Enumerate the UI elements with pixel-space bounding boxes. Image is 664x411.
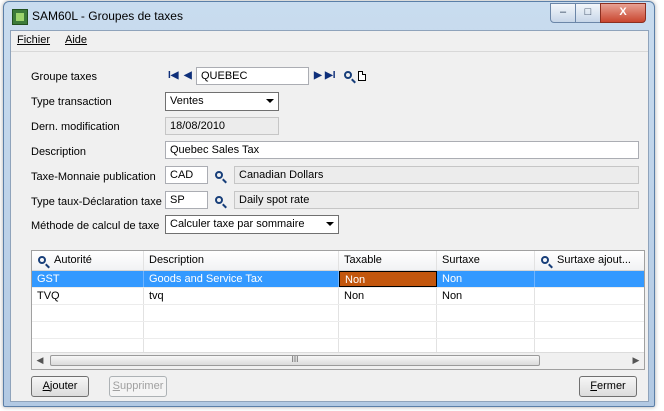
supprimer-button[interactable]: Supprimer [109,376,167,397]
maximize-button[interactable]: □ [575,3,601,23]
cell-surtaxe[interactable]: Non [437,288,535,304]
column-header-surtaxe[interactable]: Surtaxe [437,251,535,270]
scroll-right-arrow[interactable]: ▶ [628,353,644,369]
menu-bar: Fichier Aide [11,31,648,52]
prev-record-icon[interactable]: ◀ [184,70,192,81]
chevron-down-icon [266,99,274,103]
groupe-taxes-label: Groupe taxes [31,71,98,83]
column-header-surtaxe-ajout[interactable]: Surtaxe ajout... [535,251,644,270]
grid-header: Autorité Description Taxable Surtaxe Sur… [32,251,644,271]
tax-authorities-grid[interactable]: Autorité Description Taxable Surtaxe Sur… [31,250,645,370]
scroll-left-arrow[interactable]: ◀ [32,353,48,369]
type-transaction-label: Type transaction [31,96,112,108]
cell-taxable[interactable]: Non [339,288,437,304]
methode-calcul-value: Calculer taxe par sommaire [170,218,305,230]
chevron-down-icon [326,222,334,226]
new-document-icon[interactable] [358,71,366,81]
cell-surtaxe-ajout[interactable] [535,271,644,287]
cell-description[interactable]: Goods and Service Tax [144,271,339,287]
scrollbar-thumb[interactable]: III [50,355,540,366]
cell-autorite[interactable]: GST [32,271,144,287]
search-icon[interactable] [38,256,46,264]
search-icon[interactable] [215,171,223,179]
first-record-icon[interactable]: I◀ [168,70,178,81]
search-icon[interactable] [344,71,352,79]
next-record-icon[interactable]: ▶ [314,70,322,81]
table-row-empty[interactable] [32,305,644,322]
search-icon[interactable] [541,256,549,264]
table-row[interactable]: GST Goods and Service Tax Non Non [32,271,644,288]
taxe-monnaie-code-input[interactable]: CAD [165,166,208,184]
type-taux-code-input[interactable]: SP [165,191,208,209]
table-row-empty[interactable] [32,322,644,339]
description-label: Description [31,146,87,158]
title-bar[interactable]: SAM60L - Groupes de taxes – □ X [4,2,654,30]
taxe-monnaie-name-field: Canadian Dollars [234,166,639,184]
horizontal-scrollbar[interactable]: ◀ III ▶ [32,352,644,369]
dern-modification-field: 18/08/2010 [165,117,279,135]
cell-surtaxe-ajout[interactable] [535,288,644,304]
column-header-taxable[interactable]: Taxable [339,251,437,270]
main-window: SAM60L - Groupes de taxes – □ X Fichier … [3,1,655,407]
methode-calcul-label: Méthode de calcul de taxe [31,220,160,232]
groupe-taxes-input[interactable]: QUEBEC [196,67,309,85]
minimize-button[interactable]: – [550,3,576,23]
window-title: SAM60L - Groupes de taxes [32,9,183,23]
cell-description[interactable]: tvq [144,288,339,304]
type-taux-label: Type taux-Déclaration taxe [31,196,162,208]
type-taux-name-field: Daily spot rate [234,191,639,209]
app-icon [12,9,28,25]
fermer-button[interactable]: Fermer [579,376,637,397]
menu-fichier[interactable]: Fichier [17,34,50,46]
last-record-icon[interactable]: ▶I [325,70,335,81]
type-transaction-select[interactable]: Ventes [165,92,279,111]
table-row[interactable]: TVQ tvq Non Non [32,288,644,305]
dern-modification-label: Dern. modification [31,121,120,133]
cell-surtaxe[interactable]: Non [437,271,535,287]
taxe-monnaie-label: Taxe-Monnaie publication [31,171,156,183]
cell-autorite[interactable]: TVQ [32,288,144,304]
methode-calcul-select[interactable]: Calculer taxe par sommaire [165,215,339,234]
menu-aide[interactable]: Aide [65,34,87,46]
column-header-description[interactable]: Description [144,251,339,270]
cell-taxable[interactable]: Non [339,271,437,287]
search-icon[interactable] [215,196,223,204]
description-input[interactable]: Quebec Sales Tax [165,141,639,159]
column-header-autorite[interactable]: Autorité [32,251,144,270]
client-area: Fichier Aide Groupe taxes I◀ ◀ QUEBEC ▶ … [10,30,649,402]
close-button[interactable]: X [600,3,646,23]
ajouter-button[interactable]: Ajouter [31,376,89,397]
type-transaction-value: Ventes [170,95,204,107]
